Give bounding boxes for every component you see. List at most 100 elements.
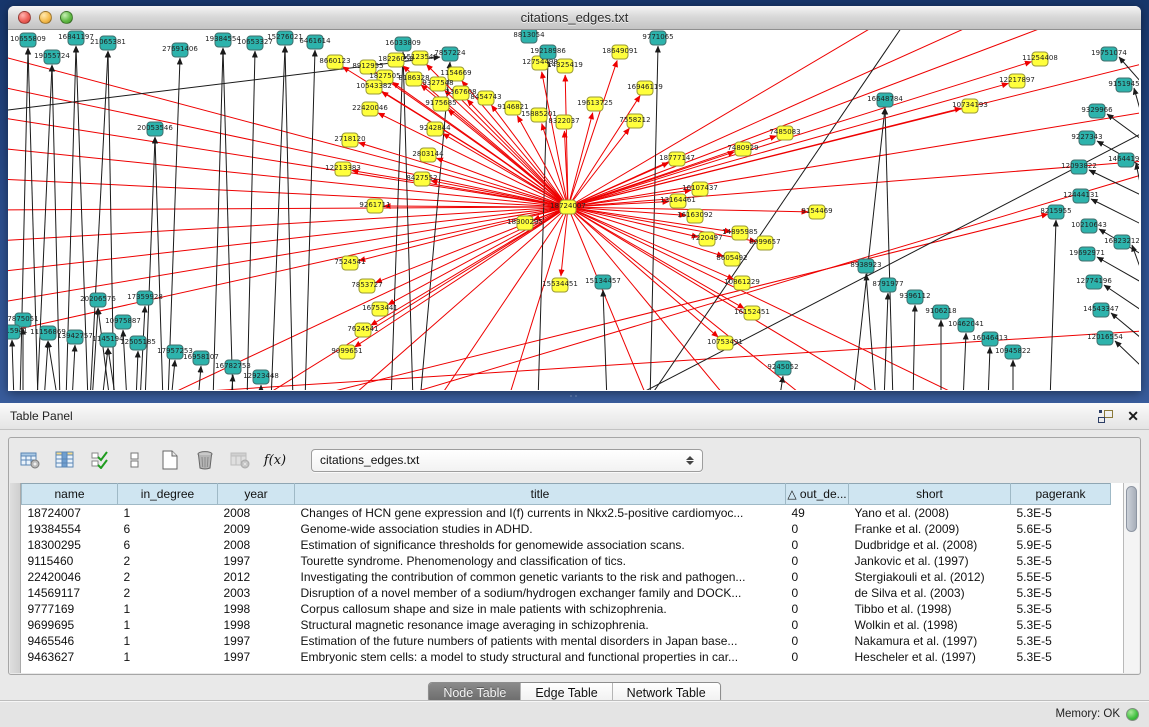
graph-node-label: 12774196: [1076, 277, 1112, 285]
graph-node-label: 19055724: [34, 52, 70, 60]
column-header[interactable]: △ out_de...: [786, 484, 849, 505]
graph-node-label: 19384554: [205, 35, 241, 43]
panel-resize-grip[interactable]: [568, 393, 582, 399]
table-cell: 1: [118, 505, 218, 521]
table-row[interactable]: 1872400712008Changes of HCN gene express…: [22, 505, 1111, 521]
function-builder-button[interactable]: f(x): [262, 447, 288, 473]
graph-node-label: 18300295: [507, 218, 543, 226]
table-cell: Yano et al. (2008): [849, 505, 1011, 521]
table-row[interactable]: 977716911998Corpus callosum shape and si…: [22, 601, 1111, 617]
network-canvas[interactable]: 1872400786601238912955182260581827505105…: [8, 30, 1141, 390]
graph-edge: [8, 207, 568, 306]
column-header[interactable]: pagerank: [1011, 484, 1111, 505]
graph-edge: [223, 48, 233, 390]
table-cell: 19384554: [22, 521, 118, 537]
scrollbar-thumb[interactable]: [1126, 486, 1137, 532]
table-panel-box: f(x) citations_edges.txt namein_degreeye…: [8, 437, 1141, 675]
graph-node-label: 7624541: [347, 325, 378, 333]
graph-edge: [1107, 114, 1139, 139]
import-table-disabled-button: [227, 447, 253, 473]
graph-node-label: 7480929: [727, 144, 758, 152]
citation-network-graph[interactable]: 1872400786601238912955182260581827505105…: [8, 30, 1139, 390]
table-row[interactable]: 911546021997Tourette syndrome. Phenomeno…: [22, 553, 1111, 569]
table-settings-button[interactable]: [17, 447, 43, 473]
table-row[interactable]: 1938455462009Genome-wide association stu…: [22, 521, 1111, 537]
graph-node-label: 27691406: [162, 45, 198, 53]
table-cell: 2008: [218, 505, 295, 521]
table-cell: 0: [786, 633, 849, 649]
graph-edge: [568, 152, 734, 207]
table-cell: 0: [786, 553, 849, 569]
column-header[interactable]: in_degree: [118, 484, 218, 505]
table-cell: 2003: [218, 585, 295, 601]
vertical-scrollbar[interactable]: [1123, 483, 1139, 673]
table-panel-header: Table Panel ✕: [0, 403, 1149, 430]
memory-ok-icon: [1126, 708, 1139, 721]
graph-node-label: 7524541: [334, 258, 365, 266]
desktop-background: citations_edges.txt 18724007866012389129…: [0, 0, 1149, 727]
table-cell: Changes of HCN gene expression and I(f) …: [295, 505, 786, 521]
graph-node-label: 18649091: [602, 47, 638, 55]
table-row[interactable]: 2242004622012Investigating the contribut…: [22, 569, 1111, 585]
table-cell: 6: [118, 537, 218, 553]
graph-node-label: 16046413: [972, 334, 1008, 342]
graph-edge: [171, 360, 175, 390]
column-visibility-button[interactable]: [52, 447, 78, 473]
graph-edge: [136, 351, 138, 390]
graph-node-label: 8454743: [470, 93, 501, 101]
table-row[interactable]: 1830029562008Estimation of significance …: [22, 537, 1111, 553]
table-body: 1872400712008Changes of HCN gene express…: [22, 505, 1111, 665]
close-window-button[interactable]: [18, 11, 31, 24]
table-cell: Corpus callosum shape and size in male p…: [295, 601, 786, 617]
column-header[interactable]: title: [295, 484, 786, 505]
graph-node-label: 2803144: [412, 150, 444, 158]
table-cell: 2009: [218, 521, 295, 537]
graph-node-label: 19692971: [1069, 249, 1105, 257]
table-row[interactable]: 1456911722003Disruption of a novel membe…: [22, 585, 1111, 601]
graph-edge: [403, 52, 413, 390]
float-panel-icon[interactable]: [1098, 410, 1113, 423]
graph-node-label: 14543347: [1083, 305, 1119, 313]
zoom-window-button[interactable]: [60, 11, 73, 24]
graph-edge: [568, 207, 648, 390]
table-row[interactable]: 946554611997Estimation of the future num…: [22, 633, 1111, 649]
network-table-select[interactable]: citations_edges.txt: [311, 449, 703, 472]
graph-node-label: 7853727: [351, 281, 382, 289]
column-header[interactable]: name: [22, 484, 118, 505]
graph-node-label: 18724007: [550, 202, 586, 210]
table-cell: 5.3E-5: [1011, 649, 1111, 665]
table-cell: 1: [118, 601, 218, 617]
memory-status-label: Memory: OK: [1055, 708, 1120, 720]
network-table-select-value: citations_edges.txt: [320, 453, 419, 467]
table-cell: Dudbridge et al. (2008): [849, 537, 1011, 553]
table-cell: Franke et al. (2009): [849, 521, 1011, 537]
select-rows-button[interactable]: [87, 447, 113, 473]
table-row[interactable]: 969969511998Structural magnetic resonanc…: [22, 617, 1111, 633]
graph-node-label: 1154669: [440, 69, 471, 77]
graph-edge: [650, 46, 658, 390]
delete-table-button[interactable]: [192, 447, 218, 473]
graph-node-label: 16163092: [677, 211, 713, 219]
row-height-button[interactable]: [122, 447, 148, 473]
table-cell: 5.5E-5: [1011, 569, 1111, 585]
new-table-button[interactable]: [157, 447, 183, 473]
graph-node-label: 15123540: [402, 53, 438, 61]
graph-node-label: 8605492: [716, 254, 747, 262]
table-panel-title: Table Panel: [10, 409, 73, 423]
graph-node-label: 16648784: [867, 95, 903, 103]
table-cell: 9699695: [22, 617, 118, 633]
graph-node-label: 9396112: [899, 292, 930, 300]
column-header[interactable]: short: [849, 484, 1011, 505]
table-cell: 1: [118, 617, 218, 633]
graph-edge: [438, 207, 568, 390]
graph-node-label: 9245052: [767, 363, 798, 371]
graph-node-label: 10210643: [1071, 221, 1107, 229]
window-titlebar[interactable]: citations_edges.txt: [8, 6, 1141, 30]
close-panel-icon[interactable]: ✕: [1127, 409, 1139, 423]
graph-node-label: 9242844: [419, 124, 451, 132]
table-row[interactable]: 946362711997Embryonic stem cells: a mode…: [22, 649, 1111, 665]
column-header[interactable]: year: [218, 484, 295, 505]
table-cell: 1998: [218, 617, 295, 633]
graph-node-label: 15134457: [585, 277, 621, 285]
minimize-window-button[interactable]: [39, 11, 52, 24]
